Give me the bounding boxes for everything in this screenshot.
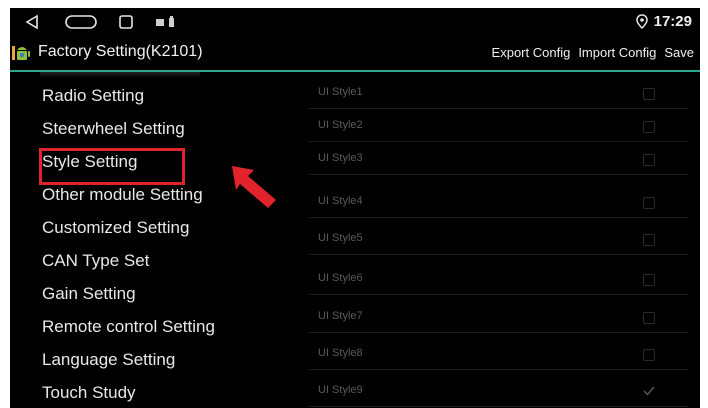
ui-style-label: UI Style9: [318, 384, 363, 396]
menu-item-steerwheel-setting[interactable]: Steerwheel Setting: [42, 119, 185, 139]
ui-style-label: UI Style5: [318, 232, 363, 244]
highlight-box: [39, 148, 185, 185]
save-button[interactable]: Save: [664, 45, 694, 60]
import-config-button[interactable]: Import Config: [578, 45, 656, 60]
menu-item-language-setting[interactable]: Language Setting: [42, 350, 175, 370]
checkbox[interactable]: [643, 154, 655, 166]
menu-item-remote-control[interactable]: Remote control Setting: [42, 317, 215, 337]
list-item[interactable]: UI Style4: [308, 185, 688, 218]
list-item[interactable]: UI Style3: [308, 142, 688, 175]
menu-item-touch-study[interactable]: Touch Study: [42, 383, 136, 403]
ui-style-list: UI Style1 UI Style2 UI Style3 UI Style4 …: [308, 72, 700, 408]
list-item[interactable]: UI Style1: [308, 76, 688, 109]
home-icon[interactable]: [64, 12, 98, 32]
android-icon: [12, 46, 30, 60]
list-item[interactable]: UI Style6: [308, 262, 688, 295]
android-screen: 17:29 Factory Setting(K2101) Export Conf…: [10, 8, 700, 408]
list-item[interactable]: UI Style9: [308, 374, 688, 407]
menu-item-other-module[interactable]: Other module Setting: [42, 185, 203, 205]
ui-style-label: UI Style7: [318, 310, 363, 322]
list-item[interactable]: UI Style5: [308, 222, 688, 255]
ui-style-label: UI Style6: [318, 272, 363, 284]
list-item[interactable]: UI Style8: [308, 337, 688, 370]
checkbox[interactable]: [643, 121, 655, 133]
ui-style-label: UI Style8: [318, 347, 363, 359]
title-bar: Factory Setting(K2101) Export Config Imp…: [10, 36, 700, 72]
recents-icon[interactable]: [116, 12, 136, 32]
export-config-button[interactable]: Export Config: [492, 45, 571, 60]
clock: 17:29: [635, 13, 692, 30]
checkbox[interactable]: [643, 88, 655, 100]
back-icon[interactable]: [22, 12, 42, 32]
notification-icons: [154, 12, 180, 32]
red-arrow-icon: [232, 166, 276, 208]
clock-time: 17:29: [653, 13, 692, 30]
menu-item-can-type-set[interactable]: CAN Type Set: [42, 251, 149, 271]
ui-style-label: UI Style1: [318, 86, 363, 98]
checkbox[interactable]: [643, 312, 655, 324]
menu-item-radio-setting[interactable]: Radio Setting: [42, 86, 144, 106]
checkbox-checked[interactable]: [643, 386, 655, 398]
list-item[interactable]: UI Style2: [308, 109, 688, 142]
ui-style-label: UI Style3: [318, 152, 363, 164]
menu-item-gain-setting[interactable]: Gain Setting: [42, 284, 136, 304]
ui-style-label: UI Style2: [318, 119, 363, 131]
checkbox[interactable]: [643, 349, 655, 361]
menu-item-customized-setting[interactable]: Customized Setting: [42, 218, 189, 238]
checkbox[interactable]: [643, 197, 655, 209]
settings-menu: Radio Setting Steerwheel Setting Style S…: [10, 72, 298, 408]
ui-style-label: UI Style4: [318, 195, 363, 207]
page-title: Factory Setting(K2101): [38, 43, 203, 60]
list-item[interactable]: UI Style7: [308, 300, 688, 333]
title-actions: Export Config Import Config Save: [492, 45, 694, 60]
status-bar: 17:29: [10, 8, 700, 36]
checkbox[interactable]: [643, 274, 655, 286]
checkbox[interactable]: [643, 234, 655, 246]
location-icon: [635, 14, 648, 29]
checkmark-icon: [643, 386, 655, 396]
